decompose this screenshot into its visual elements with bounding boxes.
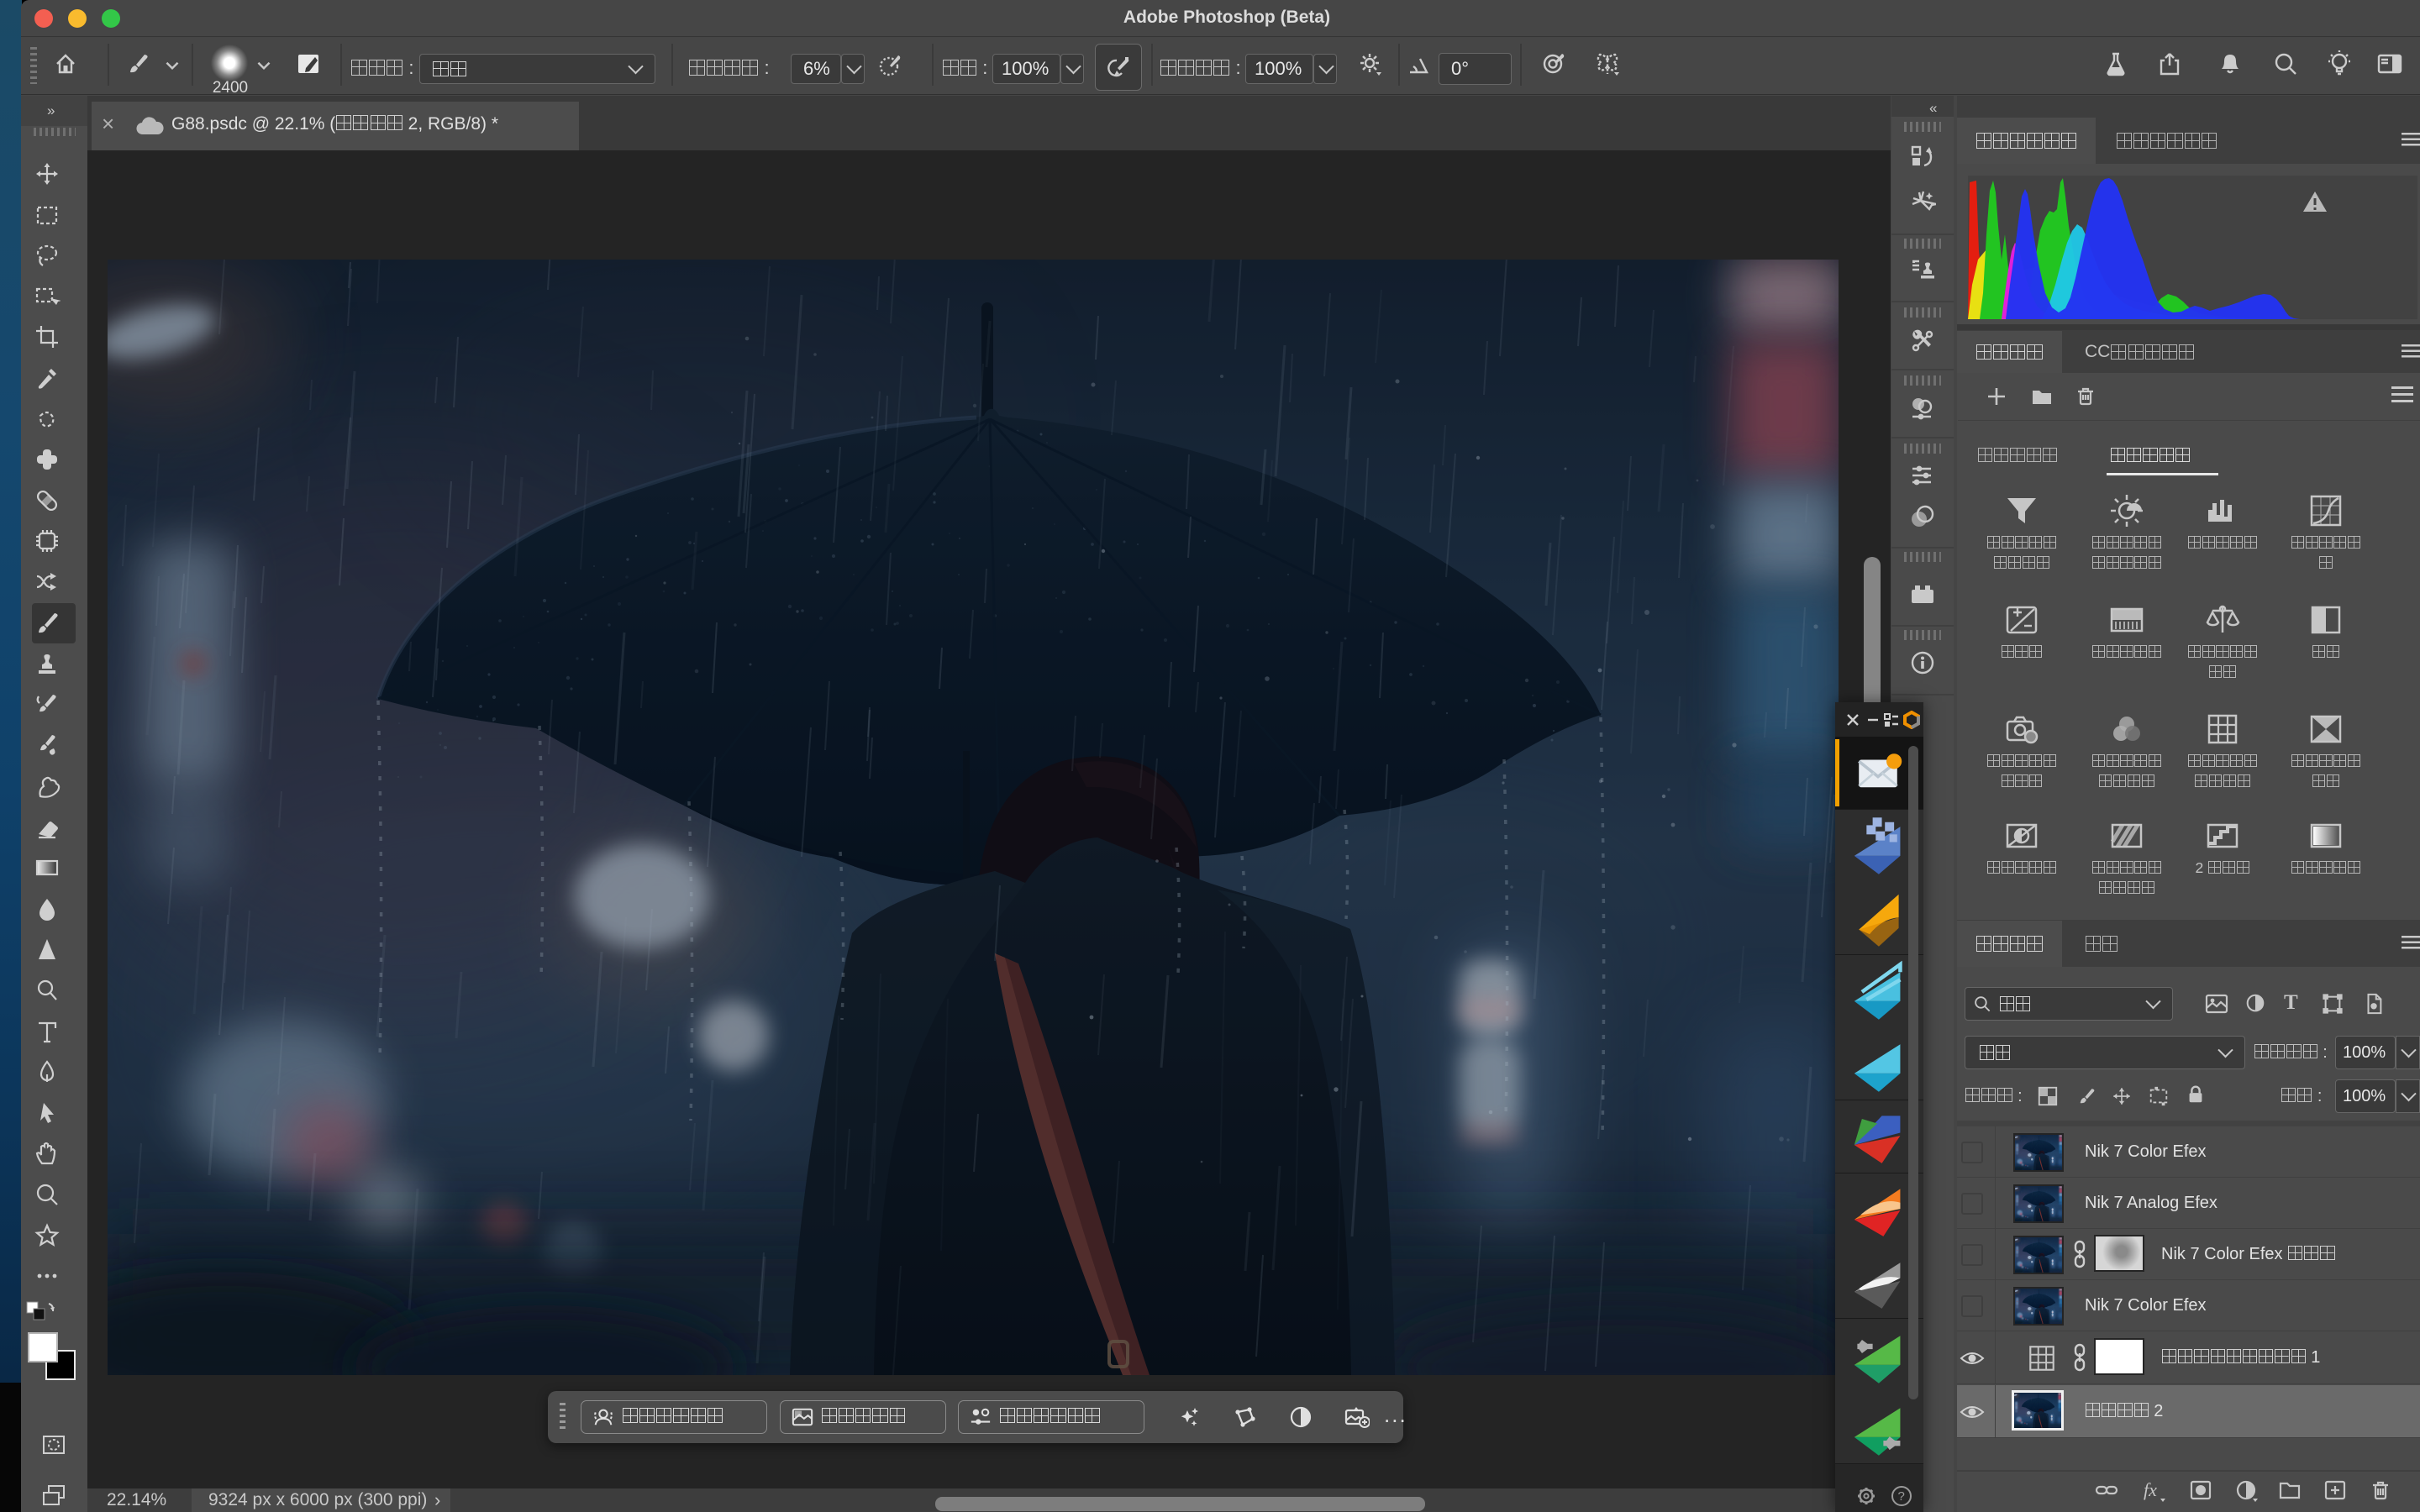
- svg-text:?: ?: [1898, 1489, 1905, 1504]
- svg-text:fx: fx: [2144, 1479, 2157, 1500]
